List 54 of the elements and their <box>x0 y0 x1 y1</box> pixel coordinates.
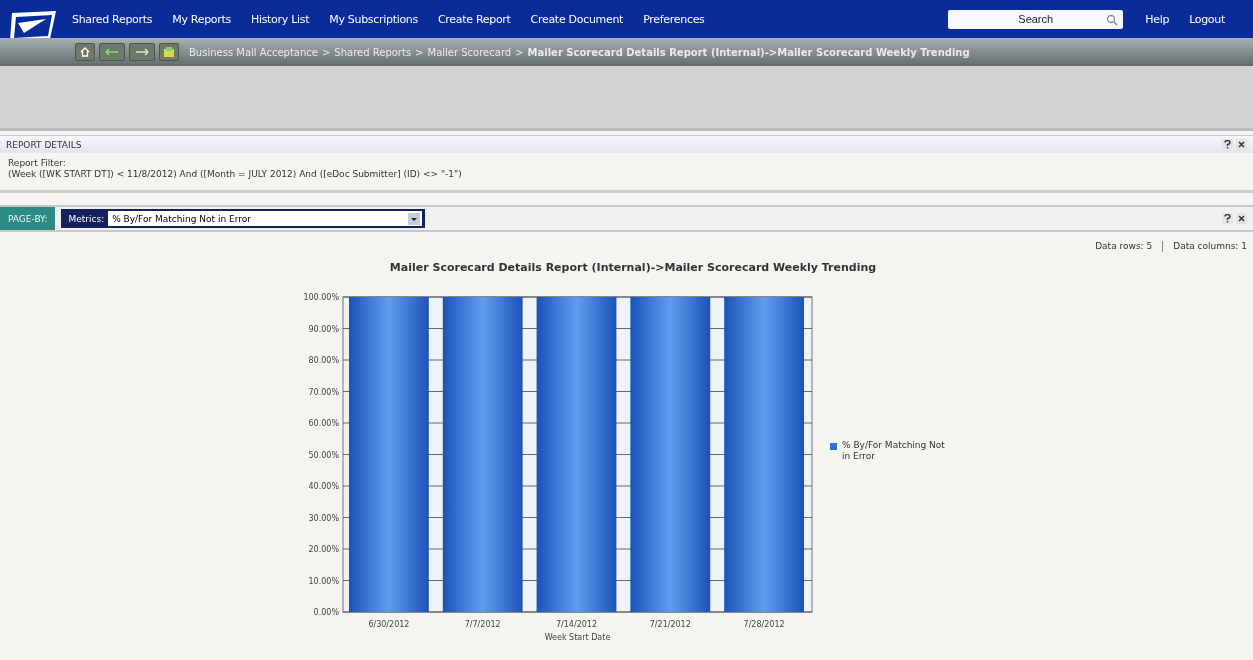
home-icon <box>80 47 90 57</box>
caret-icon <box>408 212 421 225</box>
export-icon <box>163 46 175 58</box>
y-tick-label: 60.00% <box>308 419 339 428</box>
legend-label: % By/For Matching Not in Error <box>842 440 946 462</box>
metrics-label: Metrics: <box>67 213 106 224</box>
nav-link[interactable]: My Subscriptions <box>329 12 418 26</box>
home-button[interactable] <box>75 43 95 61</box>
arrow-right-icon <box>135 48 149 56</box>
x-axis-label: Week Start Date <box>544 633 611 642</box>
y-tick-label: 90.00% <box>308 324 339 334</box>
nav-link[interactable]: Help <box>1145 12 1170 26</box>
page-by-label: PAGE-BY: <box>0 207 56 230</box>
nav-link[interactable]: My Reports <box>172 12 231 26</box>
x-tick-label: 7/28/2012 <box>743 620 785 629</box>
y-tick-label: 100.00% <box>303 293 339 302</box>
help-button[interactable] <box>1222 139 1233 150</box>
y-tick-label: 20.00% <box>308 545 339 554</box>
search-icon <box>1106 13 1119 26</box>
x-tick-label: 7/21/2012 <box>649 620 691 629</box>
help-button[interactable] <box>1222 213 1233 224</box>
nav-link[interactable]: Logout <box>1189 12 1225 26</box>
panel-title: REPORT DETAILS <box>6 139 82 150</box>
nav-link[interactable]: Create Report <box>437 12 511 26</box>
search-field[interactable]: Search <box>948 9 1124 29</box>
close-button[interactable] <box>1236 213 1247 224</box>
forward-button[interactable] <box>129 43 155 61</box>
back-button[interactable] <box>99 43 125 61</box>
x-tick-label: 7/7/2012 <box>464 620 501 629</box>
filter-label: Report Filter: <box>8 158 67 169</box>
chart-title: Mailer Scorecard Details Report (Internal)->Mailer Scorecard Weekly Trending <box>389 261 877 274</box>
nav-link[interactable]: History List <box>250 12 310 26</box>
breadcrumb-separator: > <box>415 46 424 58</box>
nav-link[interactable]: Shared Reports <box>72 12 153 26</box>
nav-link[interactable]: Preferences <box>643 12 705 26</box>
export-button[interactable] <box>159 43 179 61</box>
nav-link[interactable]: Create Document <box>530 12 624 26</box>
metrics-dropdown[interactable]: % By/For Matching Not in Error <box>108 211 423 226</box>
data-columns-count: Data columns: 1 <box>1173 241 1247 251</box>
y-tick-label: 70.00% <box>308 387 339 397</box>
filter-expression: (Week ([WK START DT]) < 11/8/2012) And ([Month = JULY 2012) And ([eDoc Submitter] (ID) <> "-1") <box>8 169 463 180</box>
y-tick-label: 40.00% <box>308 482 339 491</box>
close-button[interactable] <box>1236 139 1247 150</box>
y-tick-label: 10.00% <box>308 576 339 586</box>
y-tick-label: 80.00% <box>308 356 339 365</box>
breadcrumb-separator: > <box>321 46 331 58</box>
data-rows-count: Data rows: 5 <box>1095 241 1153 251</box>
y-tick-label: 0.00% <box>313 608 339 617</box>
x-tick-label: 7/14/2012 <box>556 620 597 629</box>
y-tick-label: 50.00% <box>308 450 339 460</box>
arrow-left-icon <box>105 48 119 56</box>
x-tick-label: 6/30/2012 <box>368 620 410 629</box>
y-tick-label: 30.00% <box>308 513 339 523</box>
breadcrumb-separator: > <box>515 46 524 58</box>
